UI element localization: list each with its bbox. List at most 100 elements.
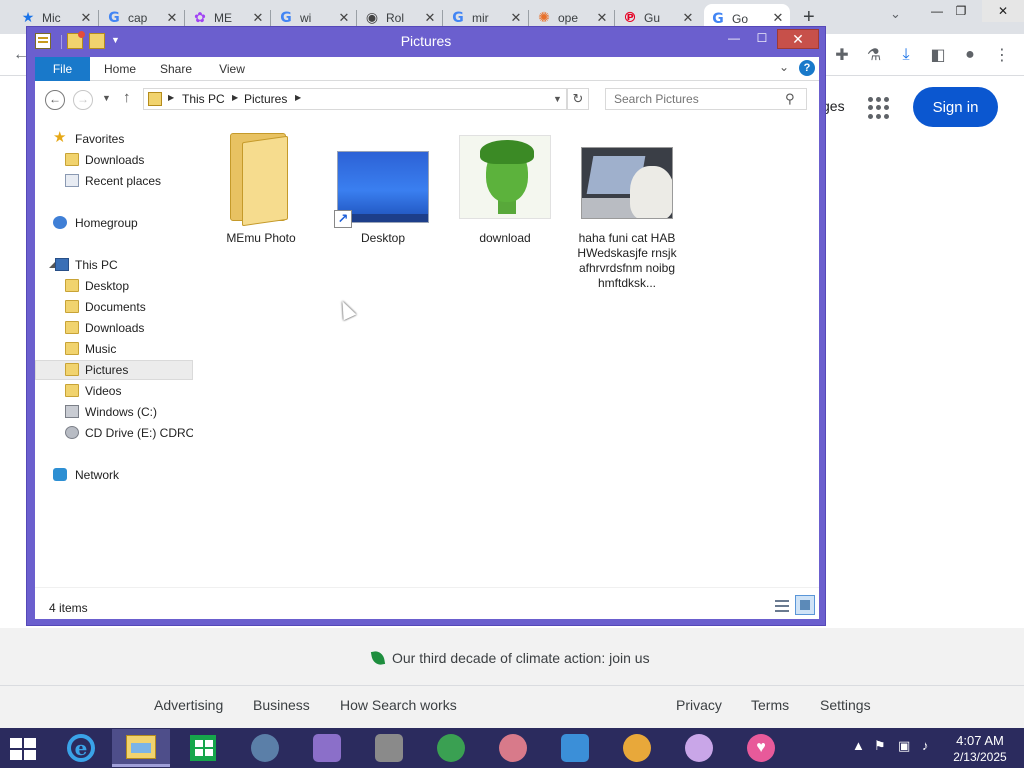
recent-locations-icon[interactable]: ▼ <box>102 93 111 103</box>
nav-network[interactable]: Network <box>35 465 193 485</box>
address-bar[interactable]: ▶ This PC ▶ Pictures ▶ ▼ <box>143 88 567 110</box>
explorer-close-button[interactable]: ✕ <box>777 29 819 49</box>
action-center-flag-icon[interactable]: ⚑ <box>874 738 886 754</box>
tab-view[interactable]: View <box>207 57 257 81</box>
explorer-title-bar[interactable]: ▼ Pictures — ☐ ✕ <box>27 27 825 57</box>
footer-link-how-search-works[interactable]: How Search works <box>340 697 457 713</box>
close-icon[interactable]: ✕ <box>164 10 180 26</box>
nav-item-downloads-pc[interactable]: Downloads <box>35 318 193 338</box>
chevron-right-icon[interactable]: ▶ <box>168 93 174 102</box>
side-panel-icon[interactable]: ◧ <box>927 44 949 66</box>
pictures-folder-icon <box>65 363 79 376</box>
breadcrumb-pictures[interactable]: Pictures <box>244 92 287 106</box>
footer-link-settings[interactable]: Settings <box>820 697 871 713</box>
nav-item-cd-drive[interactable]: CD Drive (E:) CDROM <box>35 423 193 443</box>
footer-link-terms[interactable]: Terms <box>751 697 789 713</box>
up-arrow-icon[interactable]: ↑ <box>123 89 131 106</box>
file-explorer-icon[interactable] <box>112 729 170 767</box>
tab-search-icon[interactable]: ⌄ <box>890 6 901 22</box>
close-icon[interactable]: ✕ <box>250 10 266 26</box>
idm-icon[interactable] <box>422 729 480 767</box>
footer-link-business[interactable]: Business <box>253 697 310 713</box>
file-item-download[interactable]: download <box>455 129 555 246</box>
extensions-icon[interactable]: ✚ <box>831 44 853 66</box>
close-icon[interactable]: ✕ <box>336 10 352 26</box>
forward-button[interactable]: → <box>73 90 93 110</box>
chevron-down-icon[interactable]: ▼ <box>553 94 562 104</box>
nav-favorites[interactable]: ★ Favorites <box>35 129 193 149</box>
item-count: 4 items <box>49 601 88 615</box>
close-button[interactable]: ✕ <box>982 0 1024 22</box>
media-icon[interactable] <box>236 729 294 767</box>
heart-icon[interactable]: ♥ <box>732 729 790 767</box>
nav-item-recent-places[interactable]: Recent places <box>35 171 193 191</box>
ribbon: File Home Share View ⌄ ? <box>35 57 819 81</box>
explorer-maximize-button[interactable]: ☐ <box>751 29 773 49</box>
nav-item-downloads[interactable]: Downloads <box>35 150 193 170</box>
ie-icon[interactable]: e <box>52 729 110 767</box>
large-icons-view-icon[interactable] <box>795 595 815 615</box>
close-icon[interactable]: ✕ <box>594 10 610 26</box>
back-button[interactable]: ← <box>45 90 65 110</box>
start-button[interactable] <box>10 738 38 760</box>
chevron-right-icon[interactable]: ▶ <box>232 93 238 102</box>
lab-flask-icon[interactable]: ⚗ <box>863 44 885 66</box>
close-icon[interactable]: ✕ <box>770 10 786 26</box>
paint-icon[interactable] <box>298 729 356 767</box>
nav-item-windows-c[interactable]: Windows (C:) <box>35 402 193 422</box>
chevron-right-icon[interactable]: ▶ <box>295 93 301 102</box>
tab-home[interactable]: Home <box>95 57 145 81</box>
close-icon[interactable]: ✕ <box>680 10 696 26</box>
nav-item-videos[interactable]: Videos <box>35 381 193 401</box>
roblox-icon: ◉ <box>365 10 379 26</box>
file-item-desktop[interactable]: ↗ Desktop <box>333 129 433 246</box>
close-icon[interactable]: ✕ <box>508 10 524 26</box>
file-item-cat-image[interactable]: haha funi cat HABHWedskasjfe rnsjkafhrvr… <box>577 129 677 291</box>
nav-homegroup[interactable]: Homegroup <box>35 213 193 233</box>
google-g-icon: G <box>108 10 120 26</box>
ball-icon[interactable] <box>608 729 666 767</box>
cat-image-thumbnail <box>581 147 673 219</box>
nav-item-desktop[interactable]: Desktop <box>35 276 193 296</box>
nav-item-documents[interactable]: Documents <box>35 297 193 317</box>
details-view-icon[interactable] <box>773 597 791 615</box>
refresh-icon[interactable]: ↻ <box>567 88 589 110</box>
navigation-pane: ★ Favorites Downloads Recent places Home… <box>35 119 193 587</box>
sign-in-button[interactable]: Sign in <box>913 87 998 127</box>
brain-icon[interactable] <box>484 729 542 767</box>
close-icon[interactable]: ✕ <box>78 10 94 26</box>
search-icon[interactable]: ⚲ <box>785 91 795 107</box>
store-icon[interactable] <box>174 729 232 767</box>
taskbar-clock[interactable]: 4:07 AM 2/13/2025 <box>948 733 1012 765</box>
expand-ribbon-icon[interactable]: ⌄ <box>779 60 789 74</box>
footer-link-advertising[interactable]: Advertising <box>154 697 223 713</box>
search-input[interactable] <box>605 88 807 110</box>
profile-icon[interactable]: ● <box>959 44 981 66</box>
download-icon[interactable]: ⤓ <box>895 44 917 66</box>
restore-button[interactable]: ❐ <box>946 0 976 22</box>
palette-icon[interactable] <box>670 729 728 767</box>
google-apps-icon[interactable] <box>868 97 890 119</box>
menu-icon[interactable]: ⋮ <box>991 44 1013 66</box>
photos-icon[interactable] <box>546 729 604 767</box>
nav-item-pictures[interactable]: Pictures <box>35 360 193 380</box>
google-g-icon: G <box>452 10 464 26</box>
network-status-icon[interactable]: ▣ <box>898 738 910 754</box>
nav-item-music[interactable]: Music <box>35 339 193 359</box>
breadcrumb-this-pc[interactable]: This PC <box>182 92 225 106</box>
explorer-minimize-button[interactable]: — <box>723 29 745 49</box>
nav-this-pc[interactable]: ◢ This PC <box>35 255 193 275</box>
help-icon[interactable]: ? <box>799 60 815 76</box>
pictures-folder-icon <box>148 92 162 106</box>
show-hidden-icons-icon[interactable]: ▲ <box>852 738 865 753</box>
tiles-icon[interactable] <box>360 729 418 767</box>
climate-link[interactable]: Our third decade of climate action: join… <box>370 650 650 666</box>
close-icon[interactable]: ✕ <box>422 10 438 26</box>
pinterest-icon: ℗ <box>623 10 637 26</box>
file-item-memu-photo[interactable]: MEmu Photo <box>211 129 311 246</box>
tab-share[interactable]: Share <box>151 57 201 81</box>
volume-muted-icon[interactable]: ♪ <box>922 738 929 753</box>
tab-file[interactable]: File <box>35 57 90 81</box>
file-list-pane: MEmu Photo ↗ Desktop download haha funi … <box>193 119 819 587</box>
footer-link-privacy[interactable]: Privacy <box>676 697 722 713</box>
